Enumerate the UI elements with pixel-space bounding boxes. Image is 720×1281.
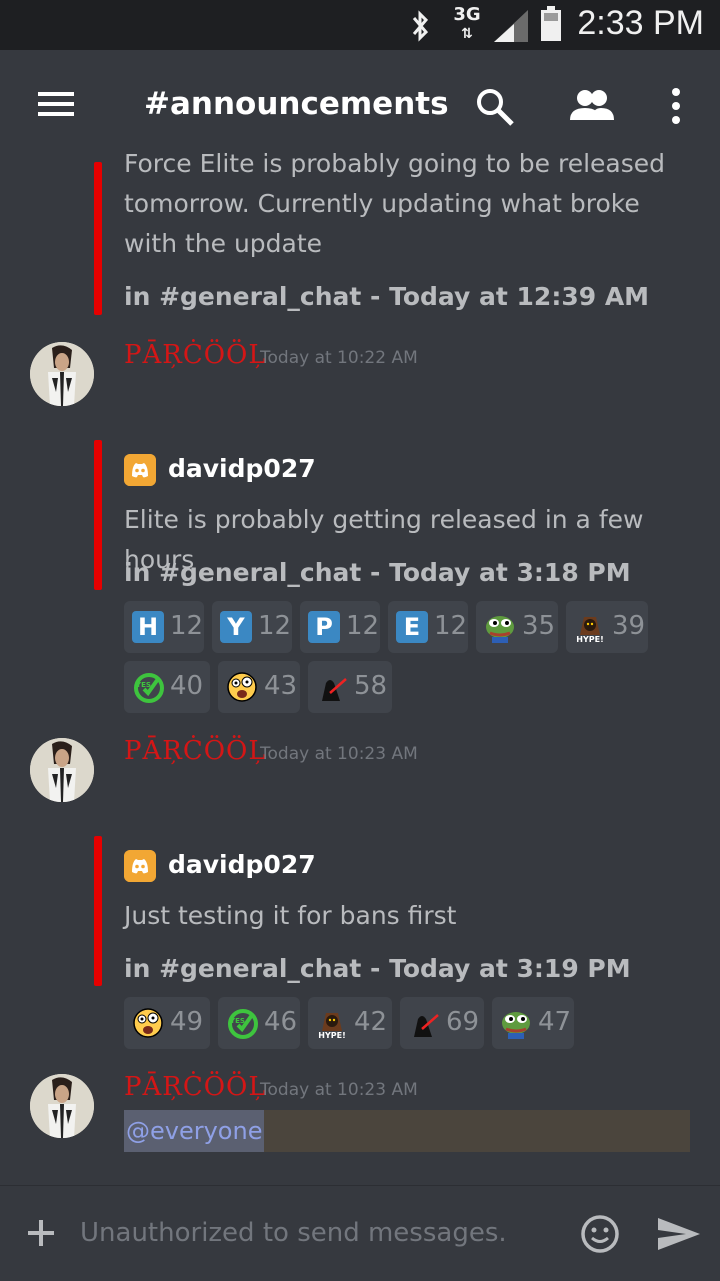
message-timestamp: Today at 10:23 AM (260, 744, 418, 764)
avatar-image (30, 1074, 94, 1138)
more-options-icon[interactable] (668, 86, 684, 126)
reaction-count: 35 (522, 611, 556, 641)
reaction-count: 42 (354, 1007, 388, 1037)
message-author[interactable]: PĀŖĊÖÖĻ (124, 340, 267, 370)
reaction-count: 12 (258, 611, 292, 641)
embed-meta: in #general_chat - Today at 3:18 PM (124, 558, 631, 587)
everyone-mention[interactable]: @everyone (124, 1110, 265, 1152)
reaction[interactable]: E 12 (388, 601, 468, 653)
reaction-list: 49 YES 46 HYPE! 42 69 47 (124, 997, 684, 1049)
embed-meta: in #general_chat - Today at 12:39 AM (124, 282, 650, 311)
menu-icon[interactable] (36, 88, 76, 120)
reaction[interactable]: HYPE! 39 (566, 601, 648, 653)
reaction[interactable]: 47 (492, 997, 574, 1049)
message-composer: Unauthorized to send messages. (0, 1185, 720, 1281)
reaction[interactable]: P 12 (300, 601, 380, 653)
message-author[interactable]: PĀŖĊÖÖĻ (124, 1072, 267, 1102)
svg-text:HYPE!: HYPE! (318, 1031, 345, 1039)
reaction-count: 39 (612, 611, 646, 641)
reaction-count: 40 (170, 671, 204, 701)
battery-icon (541, 6, 561, 41)
letter-emoji: E (396, 611, 428, 643)
hype-emoji-icon: HYPE! (576, 617, 604, 643)
embed-accent-bar (94, 836, 102, 986)
embed-accent-bar (94, 162, 102, 315)
shocked-face-emoji-icon (133, 1008, 163, 1038)
network-type-icon: 3G ⇅ (453, 4, 481, 43)
reaction[interactable]: YES 40 (124, 661, 210, 713)
reaction-count: 46 (264, 1007, 298, 1037)
reaction[interactable]: Y 12 (212, 601, 292, 653)
message-timestamp: Today at 10:23 AM (260, 1080, 418, 1100)
yes-emoji-icon: YES (134, 673, 164, 703)
discord-logo-icon (124, 850, 156, 882)
avatar-image (30, 738, 94, 802)
reaction[interactable]: H 12 (124, 601, 204, 653)
reaction[interactable]: HYPE! 42 (308, 997, 392, 1049)
message-input[interactable]: Unauthorized to send messages. (80, 1218, 507, 1248)
members-icon[interactable] (568, 88, 616, 122)
avatar-image (30, 342, 94, 406)
channel-title: #announcements (144, 86, 449, 122)
reaction-count: 12 (346, 611, 380, 641)
embed-text: Force Elite is probably going to be rele… (124, 149, 666, 258)
bluetooth-icon (412, 10, 429, 42)
svg-text:HYPE!: HYPE! (576, 635, 603, 643)
message-timestamp: Today at 10:22 AM (260, 348, 418, 368)
status-bar: 3G ⇅ 2:33 PM (0, 0, 720, 50)
vader-emoji-icon (414, 1014, 439, 1037)
reaction-count: 49 (170, 1007, 204, 1037)
svg-text:YES: YES (229, 1017, 245, 1025)
reaction-count: 69 (446, 1007, 480, 1037)
reaction-count: 12 (170, 611, 204, 641)
reaction[interactable]: 58 (308, 661, 392, 713)
message-author[interactable]: PĀŖĊÖÖĻ (124, 736, 267, 766)
discord-logo-icon (124, 454, 156, 486)
reaction-count: 43 (264, 671, 298, 701)
search-icon[interactable] (474, 86, 516, 128)
pepe-emoji-icon (502, 1012, 530, 1039)
avatar[interactable] (30, 738, 94, 802)
avatar[interactable] (30, 1074, 94, 1138)
reaction[interactable]: 49 (124, 997, 210, 1049)
embed-author-name: davidp027 (168, 454, 316, 483)
reaction[interactable]: YES 46 (218, 997, 300, 1049)
reaction-list: H 12 Y 12 P 12 E 12 35 HYPE! 39 YES 40 4… (124, 601, 684, 713)
hype-emoji-icon: HYPE! (318, 1013, 346, 1039)
clock: 2:33 PM (577, 4, 704, 42)
yes-emoji-icon: YES (228, 1009, 258, 1039)
emoji-picker-icon[interactable] (580, 1214, 620, 1254)
mention-highlight: @everyone (124, 1110, 690, 1152)
vader-emoji-icon (322, 678, 347, 701)
letter-emoji: H (132, 611, 164, 643)
shocked-face-emoji-icon (227, 672, 257, 702)
network-label: 3G (453, 4, 481, 25)
embed-author-name: davidp027 (168, 850, 316, 879)
message-list[interactable]: Force Elite is probably going to be rele… (0, 140, 720, 1185)
pepe-emoji-icon (486, 616, 514, 643)
send-icon[interactable] (656, 1214, 702, 1254)
svg-text:YES: YES (135, 681, 151, 689)
letter-emoji: P (308, 611, 340, 643)
reaction[interactable]: 43 (218, 661, 300, 713)
reaction-count: 12 (434, 611, 468, 641)
letter-emoji: Y (220, 611, 252, 643)
reaction-count: 58 (354, 671, 388, 701)
embed-accent-bar (94, 440, 102, 590)
add-attachment-icon[interactable] (26, 1218, 56, 1248)
signal-icon (494, 10, 528, 42)
reaction-count: 47 (538, 1007, 572, 1037)
embed-text: Just testing it for bans first (124, 901, 457, 930)
avatar[interactable] (30, 342, 94, 406)
embed-meta: in #general_chat - Today at 3:19 PM (124, 954, 631, 983)
reaction[interactable]: 69 (400, 997, 484, 1049)
reaction[interactable]: 35 (476, 601, 558, 653)
